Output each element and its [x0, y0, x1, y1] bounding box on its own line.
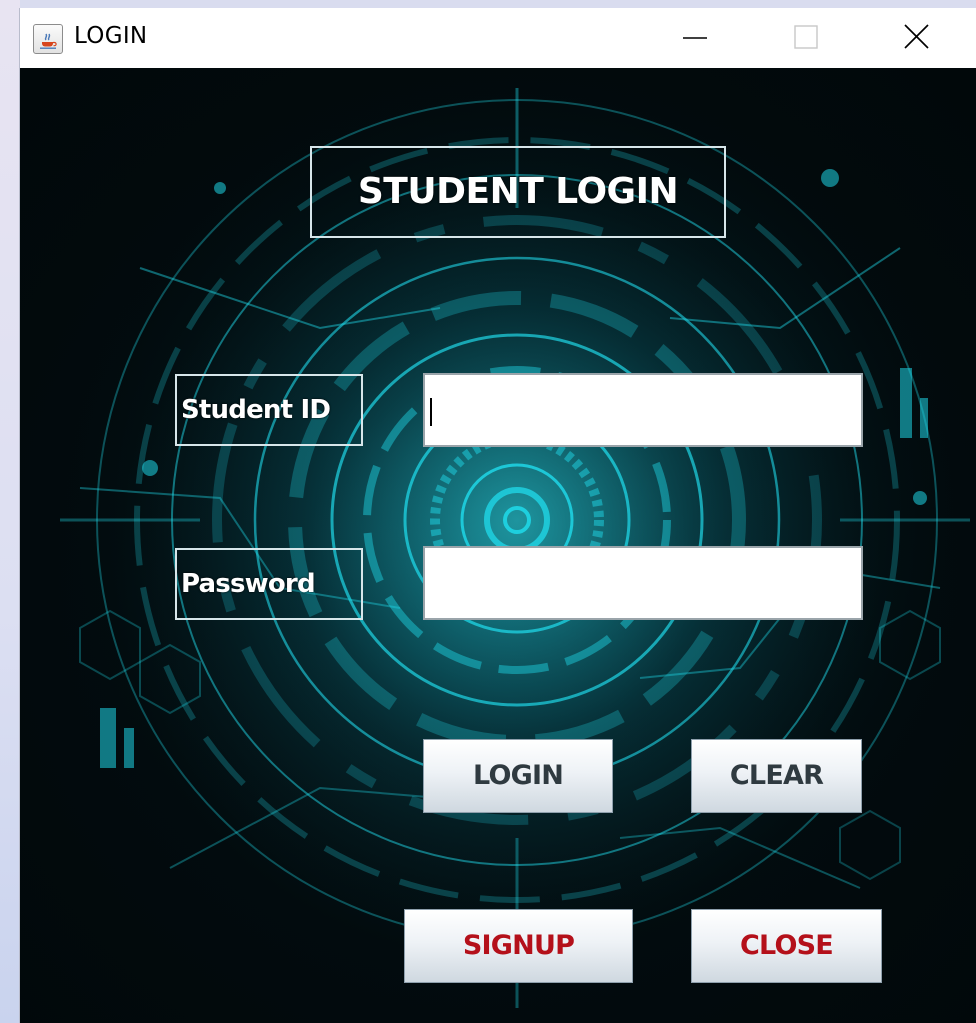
window-close-button[interactable] — [860, 8, 970, 68]
minimize-icon — [683, 37, 707, 39]
login-panel: STUDENT LOGIN Student ID Password LOGIN … — [20, 68, 976, 1023]
signup-button[interactable]: SIGNUP — [404, 909, 633, 983]
minimize-button[interactable] — [640, 8, 750, 68]
login-window: LOGIN STUDENT LOGIN Student ID Password … — [20, 8, 976, 1023]
text-caret — [430, 398, 432, 426]
login-button[interactable]: LOGIN — [423, 739, 613, 813]
maximize-icon — [794, 25, 818, 49]
java-app-icon — [33, 24, 63, 54]
title-bar[interactable]: LOGIN — [20, 8, 976, 68]
close-icon — [904, 24, 929, 49]
close-button[interactable]: CLOSE — [691, 909, 882, 983]
maximize-button[interactable] — [750, 8, 860, 68]
form-heading: STUDENT LOGIN — [310, 146, 726, 238]
student-id-input[interactable] — [423, 373, 863, 447]
desktop-background — [0, 0, 20, 1023]
password-label: Password — [175, 548, 363, 620]
password-input[interactable] — [423, 546, 863, 620]
student-id-label: Student ID — [175, 374, 363, 446]
clear-button[interactable]: CLEAR — [691, 739, 862, 813]
window-title: LOGIN — [74, 23, 148, 49]
